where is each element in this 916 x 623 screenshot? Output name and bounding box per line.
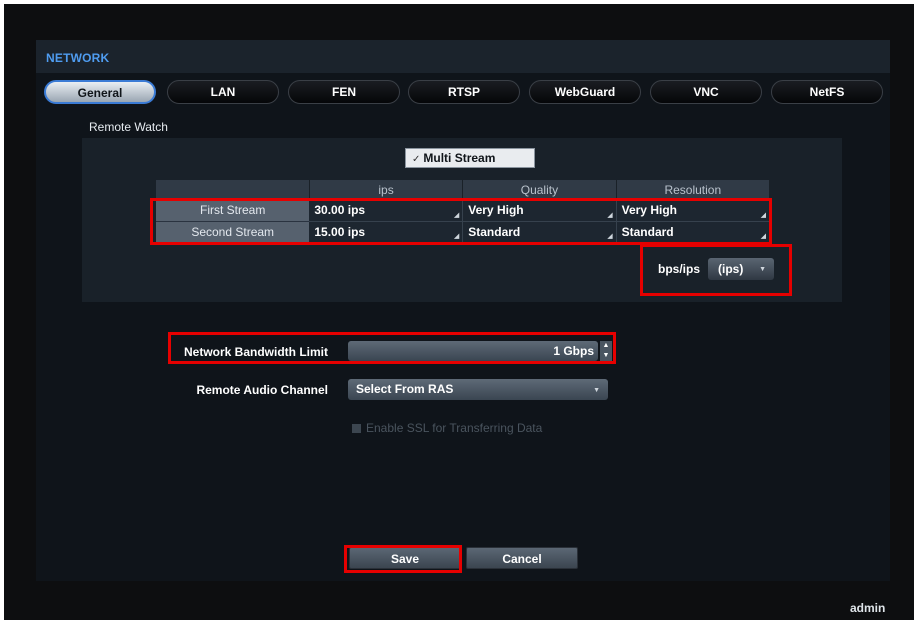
- cancel-button[interactable]: Cancel: [466, 547, 578, 569]
- first-stream-ips-value: 30.00 ips: [314, 203, 366, 218]
- dvr-screen: NETWORK General LAN FEN RTSP WebGuard VN…: [4, 4, 914, 620]
- table-row: First Stream 30.00 ips ◢ Very High ◢ Very …: [156, 200, 771, 222]
- checkmark-icon: ✓: [412, 154, 421, 165]
- table-row: Second Stream 15.00 ips ◢ Standard ◢ Stand…: [156, 221, 771, 243]
- ssl-label: Enable SSL for Transferring Data: [366, 421, 543, 435]
- audio-channel-label: Remote Audio Channel: [196, 383, 328, 397]
- bandwidth-stepper: ▲ ▼: [600, 341, 612, 361]
- panel-header: NETWORK: [36, 40, 890, 73]
- stepper-up-icon[interactable]: ▲: [600, 341, 612, 351]
- first-stream-resolution-select[interactable]: Very High ◢: [616, 200, 771, 222]
- second-stream-resolution-value: Standard: [621, 224, 674, 239]
- dropdown-arrow-icon: ◢: [607, 211, 613, 219]
- dropdown-arrow-icon: ◢: [760, 211, 766, 219]
- checkbox-icon: [352, 424, 361, 433]
- tab-vnc[interactable]: VNC: [650, 80, 762, 104]
- bps-ips-value: (ips): [718, 262, 744, 276]
- stream-table: ips Quality Resolution First Stream 30.0…: [156, 180, 771, 243]
- bandwidth-input[interactable]: 1 Gbps: [348, 341, 598, 361]
- dropdown-arrow-icon: ◢: [453, 232, 460, 240]
- tab-general[interactable]: General: [44, 80, 156, 104]
- table-header-row: ips Quality Resolution: [156, 180, 771, 200]
- tab-netfs[interactable]: NetFS: [771, 80, 883, 104]
- multi-stream-checkbox[interactable]: ✓ Multi Stream: [405, 148, 535, 168]
- tab-lan[interactable]: LAN: [167, 80, 279, 104]
- first-stream-quality-value: Very High: [468, 203, 524, 218]
- audio-channel-select[interactable]: Select From RAS ▼: [348, 379, 608, 400]
- dropdown-arrow-icon: ◢: [607, 232, 613, 240]
- chevron-down-icon: ▼: [593, 387, 600, 394]
- table-header-ips: ips: [309, 180, 464, 200]
- tab-bar: General LAN FEN RTSP WebGuard VNC NetFS: [44, 80, 884, 104]
- multi-stream-label: Multi Stream: [423, 151, 496, 165]
- stepper-down-icon[interactable]: ▼: [600, 351, 612, 361]
- second-stream-resolution-select[interactable]: Standard ◢: [616, 221, 771, 243]
- bps-ips-select[interactable]: (ips) ▼: [708, 258, 774, 280]
- user-label: admin: [850, 601, 886, 615]
- second-stream-ips-value: 15.00 ips: [314, 224, 366, 239]
- save-button[interactable]: Save: [349, 547, 461, 569]
- table-header-quality: Quality: [462, 180, 617, 200]
- first-stream-resolution-value: Very High: [621, 203, 677, 218]
- remote-watch-label: Remote Watch: [89, 120, 168, 134]
- dropdown-arrow-icon: ◢: [453, 211, 460, 219]
- second-stream-quality-value: Standard: [468, 224, 521, 239]
- second-stream-ips-select[interactable]: 15.00 ips ◢: [309, 221, 464, 243]
- first-stream-ips-select[interactable]: 30.00 ips ◢: [309, 200, 464, 222]
- dropdown-arrow-icon: ◢: [760, 232, 766, 240]
- table-header-resolution: Resolution: [616, 180, 771, 200]
- first-stream-quality-select[interactable]: Very High ◢: [462, 200, 617, 222]
- bandwidth-label: Network Bandwidth Limit: [184, 345, 328, 359]
- table-header-empty: [156, 180, 310, 200]
- second-stream-label: Second Stream: [156, 221, 310, 243]
- tab-webguard[interactable]: WebGuard: [529, 80, 641, 104]
- bps-ips-label: bps/ips: [658, 262, 701, 276]
- panel-title: NETWORK: [46, 51, 110, 65]
- second-stream-quality-select[interactable]: Standard ◢: [462, 221, 617, 243]
- chevron-down-icon: ▼: [759, 266, 766, 273]
- tab-fen[interactable]: FEN: [288, 80, 400, 104]
- first-stream-label: First Stream: [156, 200, 310, 222]
- audio-channel-value: Select From RAS: [356, 382, 454, 396]
- tab-rtsp[interactable]: RTSP: [408, 80, 520, 104]
- ssl-checkbox[interactable]: Enable SSL for Transferring Data: [352, 421, 542, 435]
- network-panel: NETWORK General LAN FEN RTSP WebGuard VN…: [36, 40, 890, 581]
